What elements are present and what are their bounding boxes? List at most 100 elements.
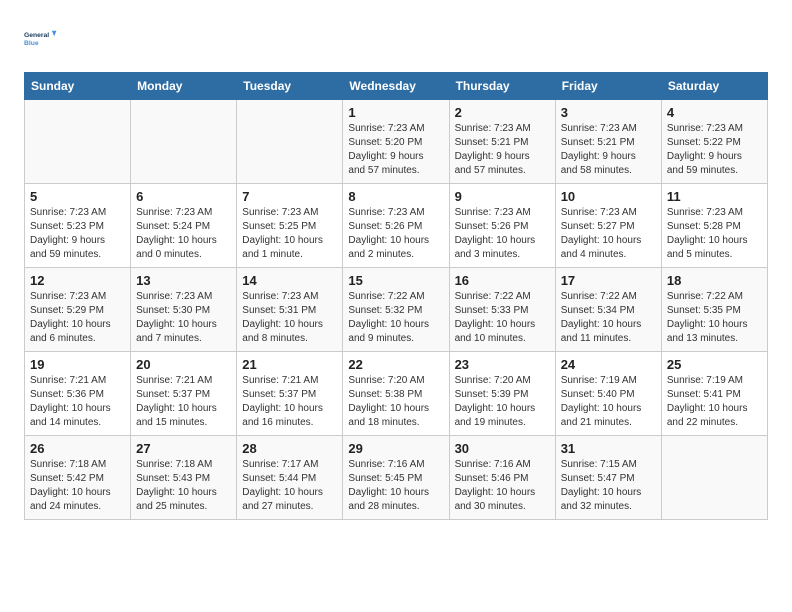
day-number: 11 [667,189,762,204]
day-cell: 30 Sunrise: 7:16 AM Sunset: 5:46 PM Dayli… [449,436,555,520]
day-cell: 5 Sunrise: 7:23 AM Sunset: 5:23 PM Daylig… [25,184,131,268]
day-info: Sunrise: 7:21 AM Sunset: 5:36 PM Dayligh… [30,374,125,430]
day-number: 28 [242,441,337,456]
day-cell: 7Sunrise: 7:23 AM Sunset: 5:25 PM Daylig… [237,184,343,268]
day-cell: 26 Sunrise: 7:18 AM Sunset: 5:42 PM Dayli… [25,436,131,520]
day-number: 3 [561,105,656,120]
day-info: Sunrise: 7:16 AM Sunset: 5:46 PM Dayligh… [455,458,550,514]
day-number: 23 [455,357,550,372]
day-number: 20 [136,357,231,372]
day-cell: 8Sunrise: 7:23 AM Sunset: 5:26 PM Daylig… [343,184,449,268]
day-info: Sunrise: 7:21 AM Sunset: 5:37 PM Dayligh… [242,374,337,430]
day-number: 13 [136,273,231,288]
day-cell: 11 Sunrise: 7:23 AM Sunset: 5:28 PM Dayli… [661,184,767,268]
day-number: 5 [30,189,125,204]
weekday-header-tuesday: Tuesday [237,73,343,100]
day-info: Sunrise: 7:23 AM Sunset: 5:27 PM Dayligh… [561,206,656,262]
header: GeneralBlue [24,20,768,56]
week-row-1: 1 Sunrise: 7:23 AM Sunset: 5:20 PM Daylig… [25,100,768,184]
day-cell: 3 Sunrise: 7:23 AM Sunset: 5:21 PM Daylig… [555,100,661,184]
day-info: Sunrise: 7:23 AM Sunset: 5:25 PM Dayligh… [242,206,337,262]
day-info: Sunrise: 7:23 AM Sunset: 5:28 PM Dayligh… [667,206,762,262]
svg-text:General: General [24,32,49,39]
day-info: Sunrise: 7:23 AM Sunset: 5:21 PM Dayligh… [561,122,656,178]
day-number: 6 [136,189,231,204]
week-row-5: 26 Sunrise: 7:18 AM Sunset: 5:42 PM Dayli… [25,436,768,520]
day-number: 15 [348,273,443,288]
day-cell [131,100,237,184]
day-number: 25 [667,357,762,372]
day-cell [661,436,767,520]
day-cell: 31 Sunrise: 7:15 AM Sunset: 5:47 PM Dayli… [555,436,661,520]
day-number: 18 [667,273,762,288]
day-info: Sunrise: 7:23 AM Sunset: 5:26 PM Dayligh… [455,206,550,262]
day-cell: 12Sunrise: 7:23 AM Sunset: 5:29 PM Dayli… [25,268,131,352]
day-info: Sunrise: 7:18 AM Sunset: 5:43 PM Dayligh… [136,458,231,514]
day-cell: 21 Sunrise: 7:21 AM Sunset: 5:37 PM Dayli… [237,352,343,436]
logo: GeneralBlue [24,20,60,56]
week-row-4: 19 Sunrise: 7:21 AM Sunset: 5:36 PM Dayli… [25,352,768,436]
day-cell: 4Sunrise: 7:23 AM Sunset: 5:22 PM Daylig… [661,100,767,184]
day-number: 14 [242,273,337,288]
calendar-table: SundayMondayTuesdayWednesdayThursdayFrid… [24,72,768,520]
day-cell: 1 Sunrise: 7:23 AM Sunset: 5:20 PM Daylig… [343,100,449,184]
day-info: Sunrise: 7:22 AM Sunset: 5:34 PM Dayligh… [561,290,656,346]
day-cell: 2 Sunrise: 7:23 AM Sunset: 5:21 PM Daylig… [449,100,555,184]
day-number: 17 [561,273,656,288]
day-cell: 23 Sunrise: 7:20 AM Sunset: 5:39 PM Dayli… [449,352,555,436]
day-cell: 29Sunrise: 7:16 AM Sunset: 5:45 PM Dayli… [343,436,449,520]
day-info: Sunrise: 7:15 AM Sunset: 5:47 PM Dayligh… [561,458,656,514]
day-number: 24 [561,357,656,372]
day-cell: 16 Sunrise: 7:22 AM Sunset: 5:33 PM Dayli… [449,268,555,352]
day-info: Sunrise: 7:23 AM Sunset: 5:24 PM Dayligh… [136,206,231,262]
day-info: Sunrise: 7:20 AM Sunset: 5:39 PM Dayligh… [455,374,550,430]
day-cell: 17 Sunrise: 7:22 AM Sunset: 5:34 PM Dayli… [555,268,661,352]
weekday-header-row: SundayMondayTuesdayWednesdayThursdayFrid… [25,73,768,100]
logo-icon: GeneralBlue [24,20,60,56]
day-number: 30 [455,441,550,456]
weekday-header-thursday: Thursday [449,73,555,100]
day-cell: 22Sunrise: 7:20 AM Sunset: 5:38 PM Dayli… [343,352,449,436]
day-info: Sunrise: 7:23 AM Sunset: 5:21 PM Dayligh… [455,122,550,178]
day-info: Sunrise: 7:16 AM Sunset: 5:45 PM Dayligh… [348,458,443,514]
weekday-header-sunday: Sunday [25,73,131,100]
day-number: 1 [348,105,443,120]
day-info: Sunrise: 7:23 AM Sunset: 5:30 PM Dayligh… [136,290,231,346]
day-number: 12 [30,273,125,288]
day-number: 21 [242,357,337,372]
day-info: Sunrise: 7:22 AM Sunset: 5:33 PM Dayligh… [455,290,550,346]
day-cell: 24 Sunrise: 7:19 AM Sunset: 5:40 PM Dayli… [555,352,661,436]
day-number: 26 [30,441,125,456]
day-cell: 25 Sunrise: 7:19 AM Sunset: 5:41 PM Dayli… [661,352,767,436]
day-cell: 13 Sunrise: 7:23 AM Sunset: 5:30 PM Dayli… [131,268,237,352]
day-info: Sunrise: 7:19 AM Sunset: 5:40 PM Dayligh… [561,374,656,430]
day-info: Sunrise: 7:18 AM Sunset: 5:42 PM Dayligh… [30,458,125,514]
day-info: Sunrise: 7:19 AM Sunset: 5:41 PM Dayligh… [667,374,762,430]
day-info: Sunrise: 7:23 AM Sunset: 5:22 PM Dayligh… [667,122,762,178]
weekday-header-friday: Friday [555,73,661,100]
day-number: 31 [561,441,656,456]
day-cell: 14 Sunrise: 7:23 AM Sunset: 5:31 PM Dayli… [237,268,343,352]
day-cell: 27Sunrise: 7:18 AM Sunset: 5:43 PM Dayli… [131,436,237,520]
day-cell: 9Sunrise: 7:23 AM Sunset: 5:26 PM Daylig… [449,184,555,268]
weekday-header-wednesday: Wednesday [343,73,449,100]
day-info: Sunrise: 7:22 AM Sunset: 5:35 PM Dayligh… [667,290,762,346]
day-cell [25,100,131,184]
weekday-header-monday: Monday [131,73,237,100]
day-number: 22 [348,357,443,372]
day-number: 2 [455,105,550,120]
day-info: Sunrise: 7:21 AM Sunset: 5:37 PM Dayligh… [136,374,231,430]
day-cell: 28 Sunrise: 7:17 AM Sunset: 5:44 PM Dayli… [237,436,343,520]
day-cell: 10Sunrise: 7:23 AM Sunset: 5:27 PM Dayli… [555,184,661,268]
day-number: 16 [455,273,550,288]
day-cell: 15 Sunrise: 7:22 AM Sunset: 5:32 PM Dayli… [343,268,449,352]
day-cell: 20 Sunrise: 7:21 AM Sunset: 5:37 PM Dayli… [131,352,237,436]
day-info: Sunrise: 7:17 AM Sunset: 5:44 PM Dayligh… [242,458,337,514]
day-info: Sunrise: 7:23 AM Sunset: 5:20 PM Dayligh… [348,122,443,178]
day-info: Sunrise: 7:23 AM Sunset: 5:31 PM Dayligh… [242,290,337,346]
day-cell: 18 Sunrise: 7:22 AM Sunset: 5:35 PM Dayli… [661,268,767,352]
day-info: Sunrise: 7:23 AM Sunset: 5:23 PM Dayligh… [30,206,125,262]
day-info: Sunrise: 7:22 AM Sunset: 5:32 PM Dayligh… [348,290,443,346]
day-number: 19 [30,357,125,372]
day-info: Sunrise: 7:23 AM Sunset: 5:26 PM Dayligh… [348,206,443,262]
